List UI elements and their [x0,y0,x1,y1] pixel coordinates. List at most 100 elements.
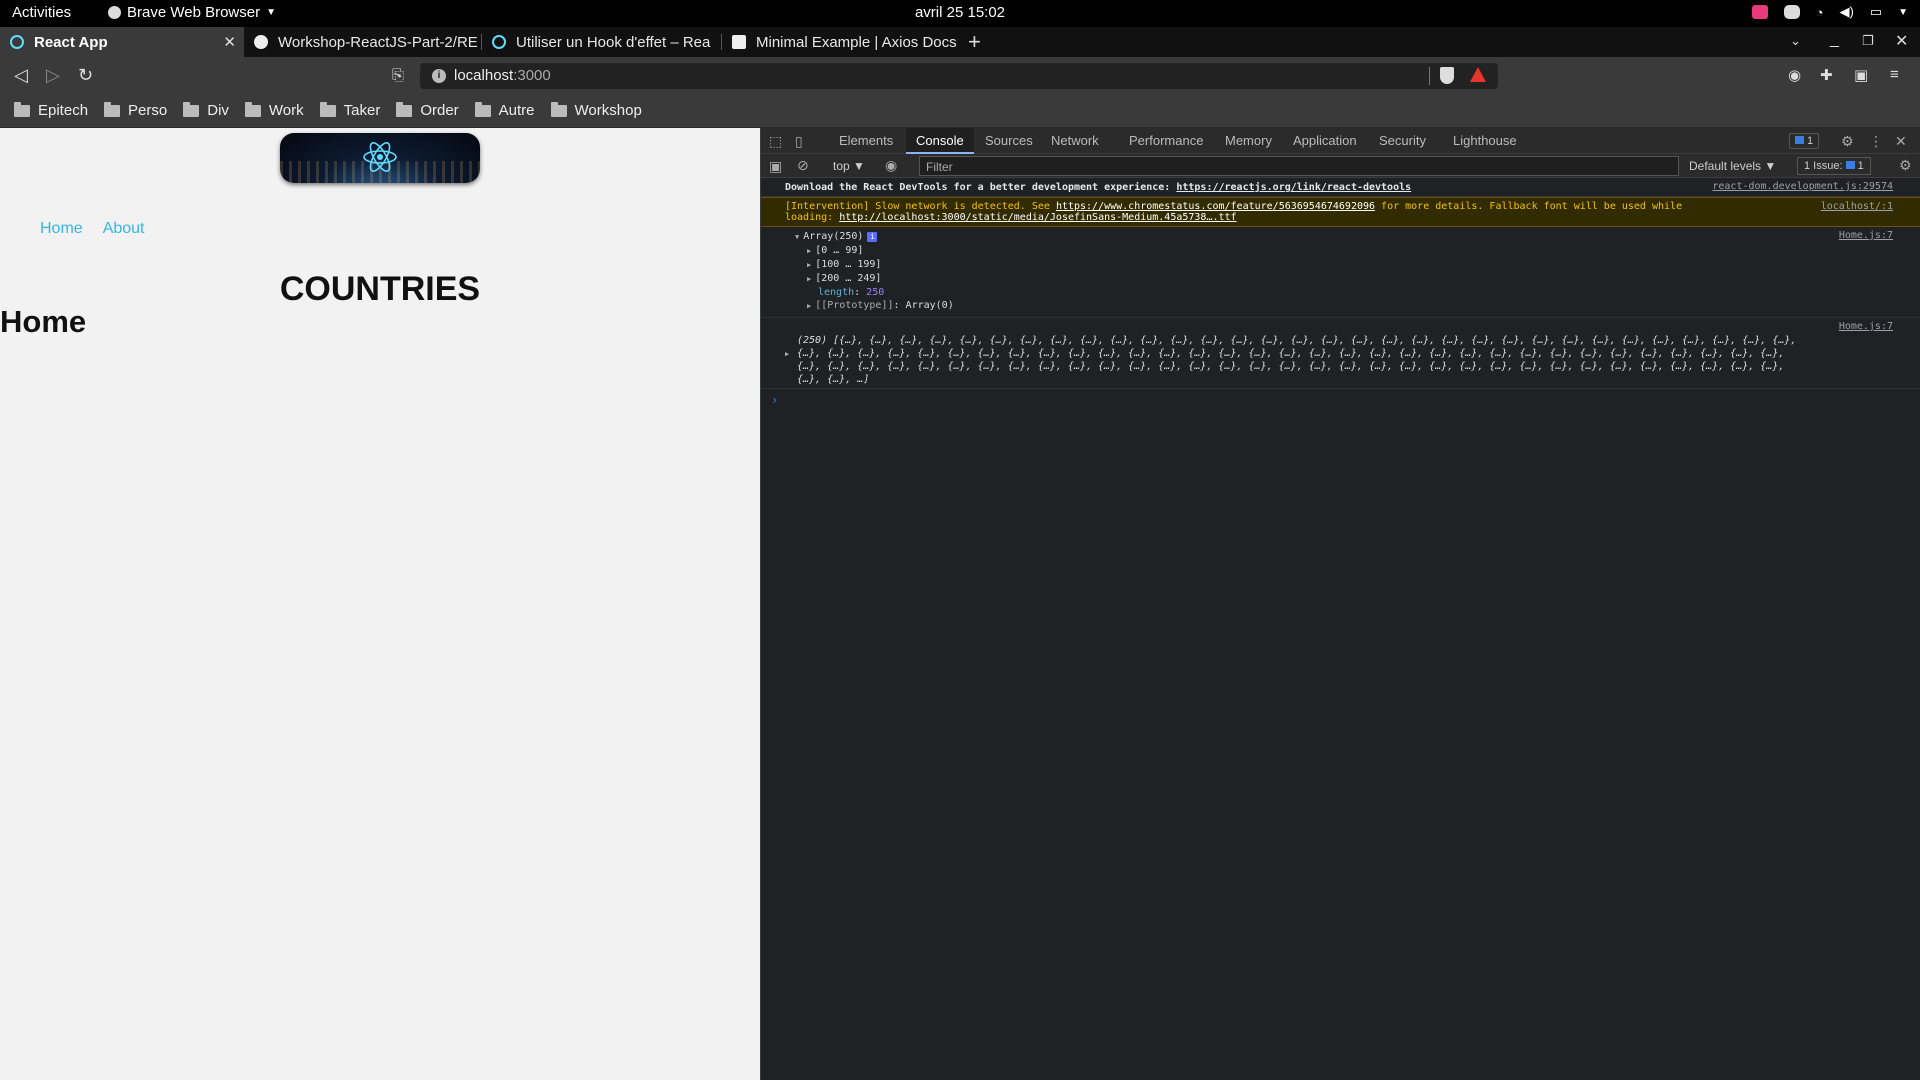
close-window-button[interactable]: ✕ [1895,31,1908,51]
messages-count: 1 [1807,135,1814,147]
close-tab-icon[interactable]: ✕ [223,33,236,51]
bookmark-label: Perso [128,102,168,119]
bookmark-page-icon[interactable]: ⎘ [392,67,404,84]
expand-arrow-icon[interactable]: ▶ [785,348,789,361]
tab-workshop-github[interactable]: Workshop-ReactJS-Part-2/RE [244,27,480,57]
bookmark-folder[interactable]: Perso [104,101,168,119]
url-separator [1429,67,1430,85]
tab-application[interactable]: Application [1283,128,1367,154]
bookmark-folder[interactable]: Epitech [14,101,89,119]
clear-console-icon[interactable]: ⊘ [797,157,809,174]
message-link[interactable]: https://reactjs.org/link/react-devtools [1176,182,1411,193]
object-array-preview[interactable]: ▶ (250) [{…}, {…}, {…}, {…}, {…}, {…}, {… [785,334,1897,386]
tab-memory[interactable]: Memory [1215,128,1282,154]
menu-icon[interactable]: ≡ [1890,66,1899,83]
reload-button[interactable]: ↻ [78,65,93,86]
react-earth-logo [280,133,480,183]
issues-button[interactable]: 1 Issue: 1 [1797,157,1871,175]
system-tray[interactable]: ◔ ◀) ▭ ▼ [1751,4,1908,20]
tab-elements[interactable]: Elements [829,128,903,154]
settings-gear-icon[interactable]: ⚙ [1841,133,1854,150]
inspect-element-icon[interactable]: ⬚ [769,133,782,150]
forward-button[interactable]: ▷ [46,65,60,86]
site-info-icon[interactable]: i [432,69,446,83]
message-source[interactable]: localhost/:1 [1821,201,1893,212]
property-value: Array(0) [905,300,954,311]
tab-console[interactable]: Console [906,128,974,154]
tab-security[interactable]: Security [1369,128,1436,154]
bookmark-folder[interactable]: Div [183,101,229,119]
context-selector[interactable]: top ▼ [833,159,865,173]
tab-search-icon[interactable]: ⌄ [1790,33,1801,49]
message-source[interactable]: react-dom.development.js:29574 [1712,181,1893,192]
warning-font-link[interactable]: http://localhost:3000/static/media/Josef… [839,212,1236,223]
address-bar[interactable]: i localhost:3000 [420,63,1498,89]
react-favicon-icon [10,35,24,49]
react-atom-icon [363,142,397,172]
console-warning: [Intervention] Slow network is detected.… [761,197,1920,227]
console-prompt[interactable]: › [761,389,1920,411]
bookmark-folder[interactable]: Autre [474,101,535,119]
minimize-button[interactable]: _ [1830,31,1839,49]
bookmark-label: Taker [343,102,381,119]
issues-badge: 1 [1845,160,1864,172]
array-children: [0 … 99] [100 … 199] [200 … 249] length:… [795,244,1897,313]
message-source[interactable]: Home.js:7 [1839,230,1893,241]
log-levels-dropdown[interactable]: Default levels ▼ [1689,159,1776,173]
brave-rewards-icon[interactable] [1470,67,1486,82]
nav-link-about[interactable]: About [103,220,145,238]
property-key: [[Prototype]] [815,300,894,311]
extensions-icon[interactable]: ✚ [1820,66,1833,84]
back-button[interactable]: ◁ [14,65,28,86]
log-levels-label: Default levels [1689,159,1762,173]
console-filter-input[interactable]: Filter [919,156,1679,176]
device-toolbar-icon[interactable]: ▯ [795,133,803,150]
tab-axios-docs[interactable]: Minimal Example | Axios Docs [722,27,960,57]
vpn-icon[interactable]: ◉ [1788,66,1801,84]
system-top-bar: Activities Brave Web Browser ▼ avril 25 … [0,0,1920,27]
system-menu-caret-icon[interactable]: ▼ [1898,7,1908,18]
bookmark-label: Epitech [38,102,89,119]
close-devtools-icon[interactable]: ✕ [1895,133,1907,150]
wallet-icon[interactable]: ▣ [1854,66,1868,84]
info-icon: i [867,232,878,242]
tab-title: React App [34,33,108,51]
message-source[interactable]: Home.js:7 [1839,321,1893,332]
console-settings-icon[interactable]: ⚙ [1899,157,1912,174]
live-expression-eye-icon[interactable]: ◉ [885,157,897,174]
bookmark-folder[interactable]: Order [396,101,459,119]
new-tab-button[interactable]: + [968,29,981,55]
nav-link-home[interactable]: Home [40,220,83,238]
bookmark-folder[interactable]: Work [244,101,304,119]
brave-shields-icon[interactable] [1440,67,1454,84]
sidebar-toggle-icon[interactable]: ▣ [769,158,782,175]
more-options-icon[interactable]: ⋮ [1869,133,1883,150]
wifi-icon: ◔ [1815,4,1824,20]
tab-sources[interactable]: Sources [975,128,1043,154]
discord-icon[interactable] [1783,5,1800,19]
bookmarks-bar: Epitech Perso Div Work Taker Order Autre… [0,94,1920,128]
tab-hook-effet[interactable]: Utiliser un Hook d'effet – Rea [482,27,720,57]
array-root[interactable]: Array(250)i [795,230,1897,244]
tab-performance[interactable]: Performance [1119,128,1213,154]
bookmark-folder[interactable]: Taker [319,101,381,119]
messages-badge[interactable]: 1 [1789,133,1820,149]
bookmark-folder[interactable]: Workshop [550,101,642,119]
warning-link[interactable]: https://www.chromestatus.com/feature/563… [1056,201,1375,212]
notification-app-icon[interactable] [1751,5,1768,19]
array-range[interactable]: [100 … 199] [807,258,1897,272]
array-prototype[interactable]: [[Prototype]]: Array(0) [807,299,1897,313]
message-icon [1795,136,1804,144]
maximize-button[interactable]: ❐ [1862,33,1874,49]
page-title: COUNTRIES [279,270,481,308]
tab-network[interactable]: Network [1041,128,1109,154]
array-range[interactable]: [200 … 249] [807,272,1897,286]
tab-react-app[interactable]: React App ✕ [0,27,244,57]
url-port: :3000 [513,67,551,84]
page-nav: Home About [40,220,145,238]
message-text: Download the React DevTools for a better… [785,182,1177,193]
array-range[interactable]: [0 … 99] [807,244,1897,258]
tab-lighthouse[interactable]: Lighthouse [1443,128,1527,154]
preview-line: {…}, {…}, {…}, {…}, {…}, {…}, {…}, {…}, … [797,361,1785,372]
clock[interactable]: avril 25 15:02 [0,4,1920,21]
